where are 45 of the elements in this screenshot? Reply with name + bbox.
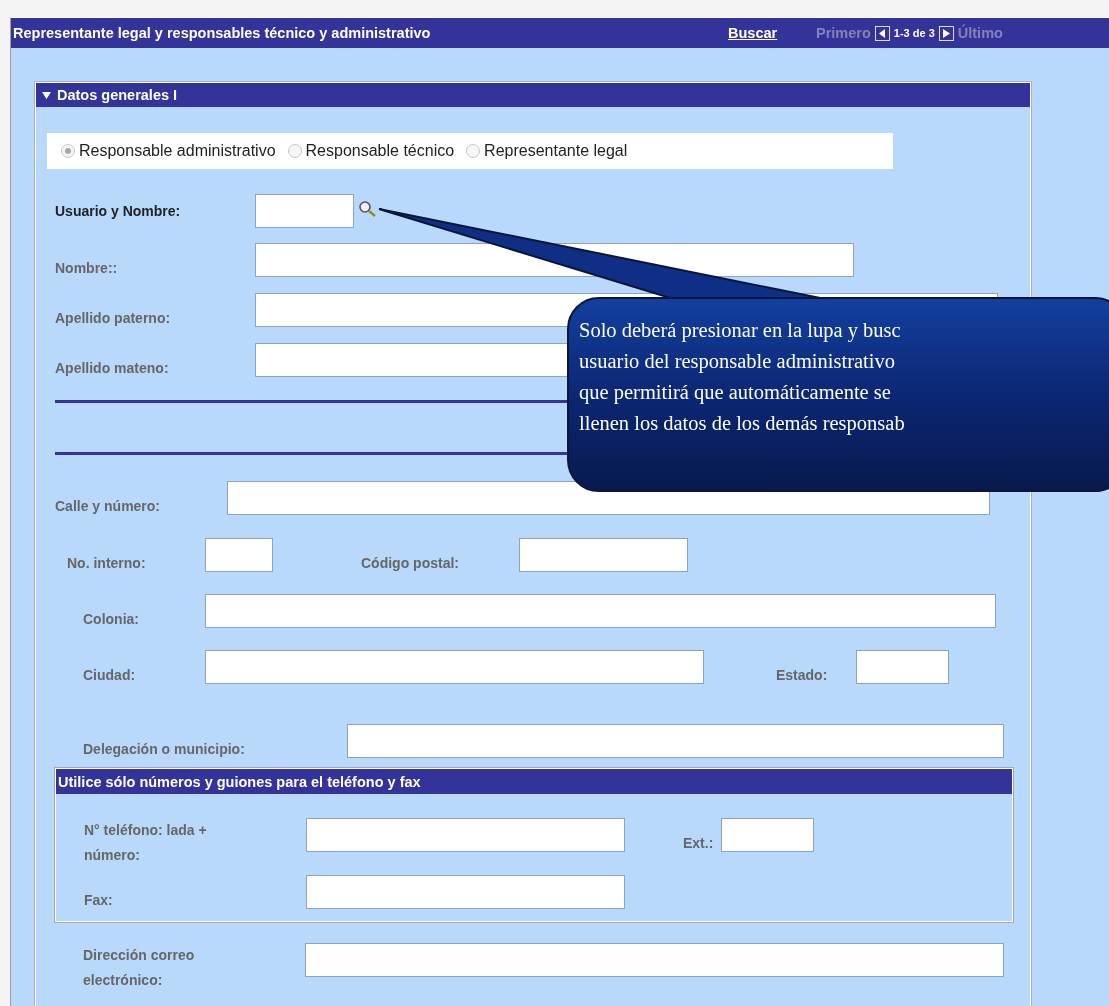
callout-tooltip: Solo deberá presionar en la lupa y busc usuario del responsable administrativo que permitirá que automáticamente se llenen los datos de los demás responsab (567, 297, 1109, 492)
previous-button[interactable] (874, 25, 890, 41)
field-label: Usuario y Nombre: (55, 202, 182, 220)
field-label: Fax: (84, 892, 114, 909)
field-label: Nombre:: (55, 260, 119, 277)
page-title: Representante legal y responsables técnico y administrativo (13, 25, 432, 41)
field-label: No. interno: (67, 555, 147, 572)
search-icon[interactable] (358, 200, 378, 220)
text-field[interactable] (306, 818, 625, 852)
field-label: Ciudad: (83, 667, 137, 684)
field-label: N° teléfono: lada + número: (84, 821, 208, 865)
record-range: 1-3 de 3 (893, 27, 935, 39)
panel-header: Utilice sólo números y guiones para el teléfono y fax (56, 769, 1012, 794)
field-label: Código postal: (361, 555, 460, 572)
section-header[interactable]: Datos generales I (36, 83, 1030, 107)
radio-button[interactable] (287, 144, 302, 158)
field-label: Estado: (776, 667, 829, 684)
text-field[interactable] (721, 818, 814, 852)
section-title: Datos generales I (57, 87, 178, 103)
text-field[interactable] (205, 650, 704, 684)
field-label: Dirección correo electrónico: (83, 946, 196, 990)
field-label: Apellido mateno: (55, 360, 170, 377)
role-option[interactable]: Responsable técnico (287, 142, 455, 160)
field-label: Delegación o municipio: (83, 741, 246, 758)
text-field[interactable] (519, 538, 688, 572)
search-link[interactable]: Buscar (728, 25, 816, 41)
field-label: Calle y número: (55, 498, 162, 515)
radio-button[interactable] (466, 144, 481, 158)
text-field[interactable] (255, 194, 354, 228)
role-option[interactable]: Representante legal (466, 142, 628, 160)
radio-button[interactable] (61, 144, 75, 158)
text-field[interactable] (856, 650, 949, 684)
field-label: Apellido paterno: (55, 310, 172, 327)
text-field[interactable] (205, 594, 996, 628)
text-field[interactable] (205, 538, 273, 572)
text-field[interactable] (305, 943, 1004, 977)
next-button[interactable] (938, 25, 954, 41)
text-field[interactable] (347, 724, 1004, 758)
role-option[interactable]: Responsable administrativo (61, 142, 276, 160)
collapse-triangle-icon (42, 91, 51, 99)
left-triangle-icon (878, 28, 886, 38)
field-label: Colonia: (83, 611, 140, 628)
text-field[interactable] (306, 875, 625, 909)
field-label: Ext.: (683, 835, 715, 852)
right-triangle-icon (942, 28, 950, 38)
